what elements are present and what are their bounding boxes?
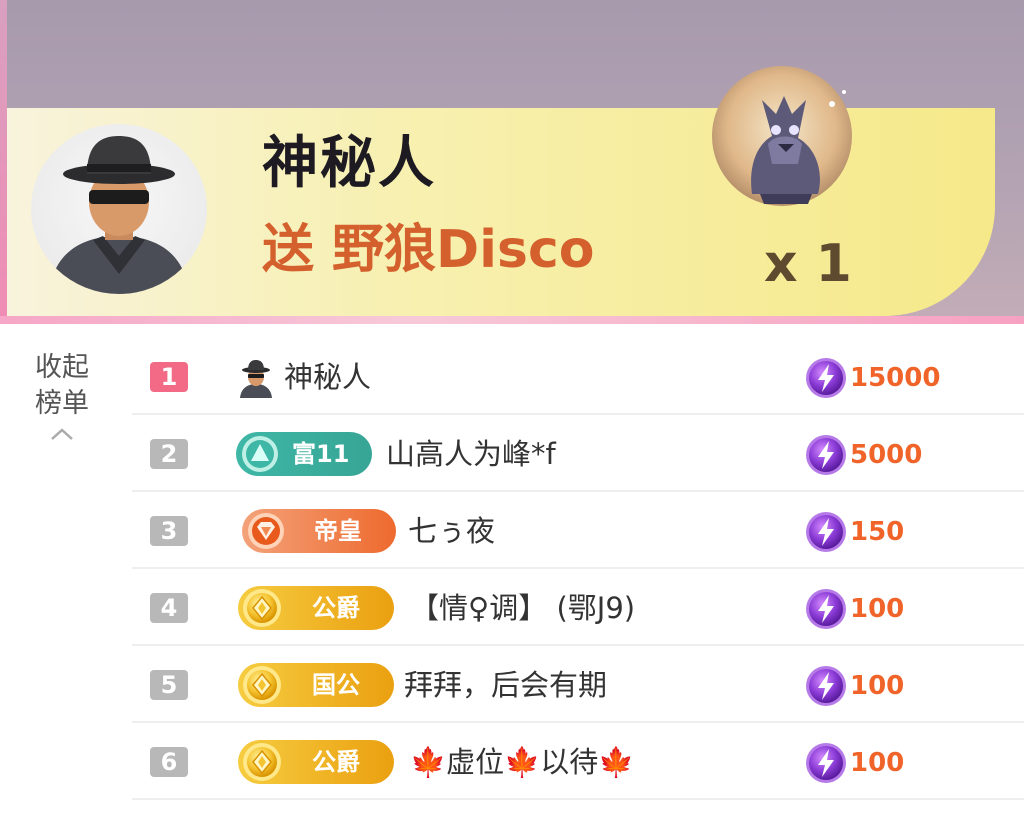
rank-badge: 3 [150, 516, 188, 546]
score-value: 15000 [850, 363, 941, 393]
level-label: 富11 [292, 440, 350, 468]
level-label: 公爵 [312, 748, 360, 776]
rank-badge: 5 [150, 670, 188, 700]
sender-name: 神秘人 [262, 131, 436, 196]
gift-prefix: 送 [262, 220, 315, 280]
score-value: 100 [850, 671, 905, 701]
banner-divider [0, 316, 1024, 324]
ranking-list: 1 神秘人 15000 2 富11 山高人为峰*f 5000 3 帝皇 七ぅ夜 … [132, 338, 1024, 800]
noble-level-tag: 国公 [238, 663, 394, 707]
ranking-row[interactable]: 2 富11 山高人为峰*f 5000 [132, 415, 1024, 492]
lightning-coin-icon [804, 587, 848, 631]
noble-level-tag: 公爵 [238, 586, 394, 630]
rank-badge: 2 [150, 439, 188, 469]
gift-description: 送野狼Disco [262, 224, 595, 276]
level-label: 帝皇 [314, 517, 362, 545]
lightning-coin-icon [804, 356, 848, 400]
lightning-coin-icon [804, 664, 848, 708]
gift-count: x 1 [764, 234, 852, 294]
wealth-level-tag: 富11 [236, 432, 372, 476]
sender-avatar[interactable] [31, 124, 207, 294]
user-name: 山高人为峰*f [386, 437, 556, 471]
gold-diamond-icon [242, 665, 282, 705]
user-name: 【情♀调】 (鄂J9) [410, 591, 636, 625]
rank-badge: 4 [150, 593, 188, 623]
gift-banner: 神秘人 送野狼Disco x 1 [0, 0, 1024, 324]
user-name: 神秘人 [284, 360, 372, 394]
user-name: 拜拜，后会有期 [404, 668, 608, 702]
score-value: 100 [850, 594, 905, 624]
mystery-person-icon [49, 136, 189, 294]
noble-level-tag: 公爵 [238, 740, 394, 784]
gold-diamond-icon [242, 588, 282, 628]
mystery-person-icon [240, 360, 272, 398]
collapse-label-line2: 榜单 [35, 388, 89, 419]
ranking-row[interactable]: 5 国公 拜拜，后会有期 100 [132, 646, 1024, 723]
lightning-coin-icon [804, 433, 848, 477]
gold-diamond-icon [242, 742, 282, 782]
collapse-label-line1: 收起 [35, 352, 89, 383]
score-value: 150 [850, 517, 905, 547]
teal-triangle-icon [242, 436, 278, 472]
ranking-row[interactable]: 1 神秘人 15000 [132, 338, 1024, 415]
gift-wolf-icon [712, 44, 860, 212]
score-value: 100 [850, 748, 905, 778]
ranking-row[interactable]: 6 公爵 🍁虚位🍁以待🍁 100 [132, 723, 1024, 800]
ranking-row[interactable]: 3 帝皇 七ぅ夜 150 [132, 492, 1024, 569]
noble-level-tag: 帝皇 [242, 509, 396, 553]
gift-name: 野狼Disco [332, 220, 595, 280]
orange-gem-icon [248, 513, 284, 549]
lightning-coin-icon [804, 510, 848, 554]
lightning-coin-icon [804, 741, 848, 785]
ranking-row[interactable]: 4 公爵 【情♀调】 (鄂J9) 100 [132, 569, 1024, 646]
banner-edge [0, 0, 7, 324]
collapse-ranking-button[interactable]: 收起 榜单 [22, 350, 102, 442]
chevron-up-icon [51, 428, 73, 440]
level-label: 公爵 [312, 594, 360, 622]
rank-badge: 6 [150, 747, 188, 777]
rank-badge: 1 [150, 362, 188, 392]
level-label: 国公 [312, 671, 360, 699]
user-name: 🍁虚位🍁以待🍁 [410, 745, 635, 779]
user-name: 七ぅ夜 [408, 514, 496, 548]
score-value: 5000 [850, 440, 923, 470]
